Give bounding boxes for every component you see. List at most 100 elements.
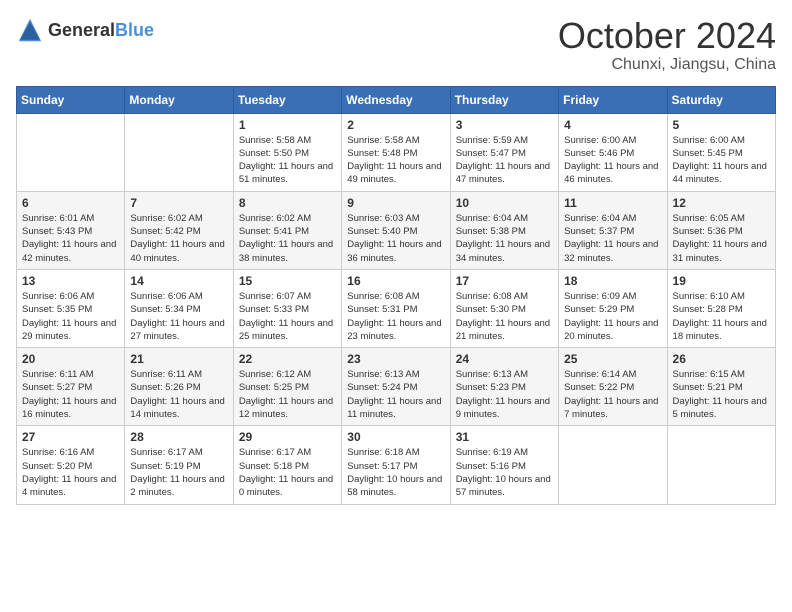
week-row-4: 20Sunrise: 6:11 AMSunset: 5:27 PMDayligh… <box>17 348 776 426</box>
table-row: 4Sunrise: 6:00 AMSunset: 5:46 PMDaylight… <box>559 113 667 191</box>
day-info: Sunrise: 6:12 AMSunset: 5:25 PMDaylight:… <box>239 368 336 421</box>
day-info: Sunrise: 6:04 AMSunset: 5:37 PMDaylight:… <box>564 212 661 265</box>
col-friday: Friday <box>559 86 667 113</box>
day-number: 27 <box>22 430 119 444</box>
day-info: Sunrise: 6:19 AMSunset: 5:16 PMDaylight:… <box>456 446 553 499</box>
day-info: Sunrise: 6:17 AMSunset: 5:19 PMDaylight:… <box>130 446 227 499</box>
table-row <box>559 426 667 504</box>
col-wednesday: Wednesday <box>342 86 450 113</box>
day-number: 20 <box>22 352 119 366</box>
day-number: 5 <box>673 118 770 132</box>
col-thursday: Thursday <box>450 86 558 113</box>
table-row: 10 Sunrise: 6:04 AMSunset: 5:38 PMDayligh… <box>450 191 558 269</box>
day-number: 24 <box>456 352 553 366</box>
day-info: Sunrise: 6:11 AMSunset: 5:26 PMDaylight:… <box>130 368 227 421</box>
table-row: 13 Sunrise: 6:06 AMSunset: 5:35 PMDayligh… <box>17 269 125 347</box>
day-info: Sunrise: 6:06 AMSunset: 5:34 PMDaylight:… <box>130 290 227 343</box>
day-number: 31 <box>456 430 553 444</box>
day-info: Sunrise: 6:15 AMSunset: 5:21 PMDaylight:… <box>673 368 770 421</box>
day-info: Sunrise: 6:09 AMSunset: 5:29 PMDaylight:… <box>564 290 661 343</box>
day-number: 21 <box>130 352 227 366</box>
day-number: 8 <box>239 196 336 210</box>
day-info: Sunrise: 6:02 AMSunset: 5:41 PMDaylight:… <box>239 212 336 265</box>
table-row: 7Sunrise: 6:02 AMSunset: 5:42 PMDaylight… <box>125 191 233 269</box>
table-row: 31 Sunrise: 6:19 AMSunset: 5:16 PMDayligh… <box>450 426 558 504</box>
table-row: 17Sunrise: 6:08 AMSunset: 5:30 PMDayligh… <box>450 269 558 347</box>
day-number: 25 <box>564 352 661 366</box>
day-number: 22 <box>239 352 336 366</box>
day-info: Sunrise: 5:58 AMSunset: 5:50 PMDaylight:… <box>239 134 336 187</box>
col-monday: Monday <box>125 86 233 113</box>
day-info: Sunrise: 6:08 AMSunset: 5:31 PMDaylight:… <box>347 290 444 343</box>
table-row: 25 Sunrise: 6:14 AMSunset: 5:22 PMDayligh… <box>559 348 667 426</box>
table-row: 28 Sunrise: 6:17 AMSunset: 5:19 PMDayligh… <box>125 426 233 504</box>
location-subtitle: Chunxi, Jiangsu, China <box>558 56 776 74</box>
day-number: 18 <box>564 274 661 288</box>
calendar-table: Sunday Monday Tuesday Wednesday Thursday… <box>16 86 776 505</box>
table-row: 20Sunrise: 6:11 AMSunset: 5:27 PMDayligh… <box>17 348 125 426</box>
table-row: 24 Sunrise: 6:13 AMSunset: 5:23 PMDayligh… <box>450 348 558 426</box>
day-number: 10 <box>456 196 553 210</box>
day-number: 14 <box>130 274 227 288</box>
day-number: 16 <box>347 274 444 288</box>
day-info: Sunrise: 6:13 AMSunset: 5:23 PMDaylight:… <box>456 368 553 421</box>
table-row: 6Sunrise: 6:01 AMSunset: 5:43 PMDaylight… <box>17 191 125 269</box>
table-row: 12 Sunrise: 6:05 AMSunset: 5:36 PMDayligh… <box>667 191 775 269</box>
day-number: 13 <box>22 274 119 288</box>
day-info: Sunrise: 6:17 AMSunset: 5:18 PMDaylight:… <box>239 446 336 499</box>
day-info: Sunrise: 6:18 AMSunset: 5:17 PMDaylight:… <box>347 446 444 499</box>
table-row <box>125 113 233 191</box>
table-row: 2 Sunrise: 5:58 AMSunset: 5:48 PMDaylight… <box>342 113 450 191</box>
day-info: Sunrise: 6:16 AMSunset: 5:20 PMDaylight:… <box>22 446 119 499</box>
day-info: Sunrise: 6:00 AMSunset: 5:45 PMDaylight:… <box>673 134 770 187</box>
table-row <box>17 113 125 191</box>
table-row: 21 Sunrise: 6:11 AMSunset: 5:26 PMDayligh… <box>125 348 233 426</box>
col-sunday: Sunday <box>17 86 125 113</box>
day-number: 19 <box>673 274 770 288</box>
day-info: Sunrise: 6:04 AMSunset: 5:38 PMDaylight:… <box>456 212 553 265</box>
day-number: 7 <box>130 196 227 210</box>
table-row: 18 Sunrise: 6:09 AMSunset: 5:29 PMDayligh… <box>559 269 667 347</box>
table-row: 3 Sunrise: 5:59 AMSunset: 5:47 PMDaylight… <box>450 113 558 191</box>
logo-general: GeneralBlue <box>48 20 154 41</box>
table-row: 14 Sunrise: 6:06 AMSunset: 5:34 PMDayligh… <box>125 269 233 347</box>
day-number: 29 <box>239 430 336 444</box>
day-info: Sunrise: 6:08 AMSunset: 5:30 PMDaylight:… <box>456 290 553 343</box>
day-info: Sunrise: 6:06 AMSunset: 5:35 PMDaylight:… <box>22 290 119 343</box>
day-info: Sunrise: 5:58 AMSunset: 5:48 PMDaylight:… <box>347 134 444 187</box>
table-row: 29 Sunrise: 6:17 AMSunset: 5:18 PMDayligh… <box>233 426 341 504</box>
day-info: Sunrise: 6:05 AMSunset: 5:36 PMDaylight:… <box>673 212 770 265</box>
day-number: 2 <box>347 118 444 132</box>
table-row: 8 Sunrise: 6:02 AMSunset: 5:41 PMDaylight… <box>233 191 341 269</box>
table-row: 27 Sunrise: 6:16 AMSunset: 5:20 PMDayligh… <box>17 426 125 504</box>
day-info: Sunrise: 6:14 AMSunset: 5:22 PMDaylight:… <box>564 368 661 421</box>
col-tuesday: Tuesday <box>233 86 341 113</box>
day-info: Sunrise: 6:10 AMSunset: 5:28 PMDaylight:… <box>673 290 770 343</box>
day-number: 15 <box>239 274 336 288</box>
logo-icon <box>16 16 44 44</box>
month-title: October 2024 <box>558 16 776 56</box>
table-row: 11Sunrise: 6:04 AMSunset: 5:37 PMDayligh… <box>559 191 667 269</box>
day-info: Sunrise: 6:07 AMSunset: 5:33 PMDaylight:… <box>239 290 336 343</box>
day-number: 30 <box>347 430 444 444</box>
table-row: 1Sunrise: 5:58 AMSunset: 5:50 PMDaylight… <box>233 113 341 191</box>
table-row: 15 Sunrise: 6:07 AMSunset: 5:33 PMDayligh… <box>233 269 341 347</box>
day-info: Sunrise: 5:59 AMSunset: 5:47 PMDaylight:… <box>456 134 553 187</box>
day-number: 3 <box>456 118 553 132</box>
week-row-3: 13 Sunrise: 6:06 AMSunset: 5:35 PMDayligh… <box>17 269 776 347</box>
day-info: Sunrise: 6:03 AMSunset: 5:40 PMDaylight:… <box>347 212 444 265</box>
table-row: 9Sunrise: 6:03 AMSunset: 5:40 PMDaylight… <box>342 191 450 269</box>
day-number: 28 <box>130 430 227 444</box>
day-info: Sunrise: 6:00 AMSunset: 5:46 PMDaylight:… <box>564 134 661 187</box>
week-row-2: 6Sunrise: 6:01 AMSunset: 5:43 PMDaylight… <box>17 191 776 269</box>
calendar-header-row: Sunday Monday Tuesday Wednesday Thursday… <box>17 86 776 113</box>
table-row: 30 Sunrise: 6:18 AMSunset: 5:17 PMDayligh… <box>342 426 450 504</box>
page-header: GeneralBlue October 2024 Chunxi, Jiangsu… <box>16 16 776 74</box>
week-row-5: 27 Sunrise: 6:16 AMSunset: 5:20 PMDayligh… <box>17 426 776 504</box>
day-number: 12 <box>673 196 770 210</box>
day-info: Sunrise: 6:01 AMSunset: 5:43 PMDaylight:… <box>22 212 119 265</box>
day-info: Sunrise: 6:13 AMSunset: 5:24 PMDaylight:… <box>347 368 444 421</box>
table-row: 23Sunrise: 6:13 AMSunset: 5:24 PMDayligh… <box>342 348 450 426</box>
table-row: 26Sunrise: 6:15 AMSunset: 5:21 PMDayligh… <box>667 348 775 426</box>
table-row <box>667 426 775 504</box>
